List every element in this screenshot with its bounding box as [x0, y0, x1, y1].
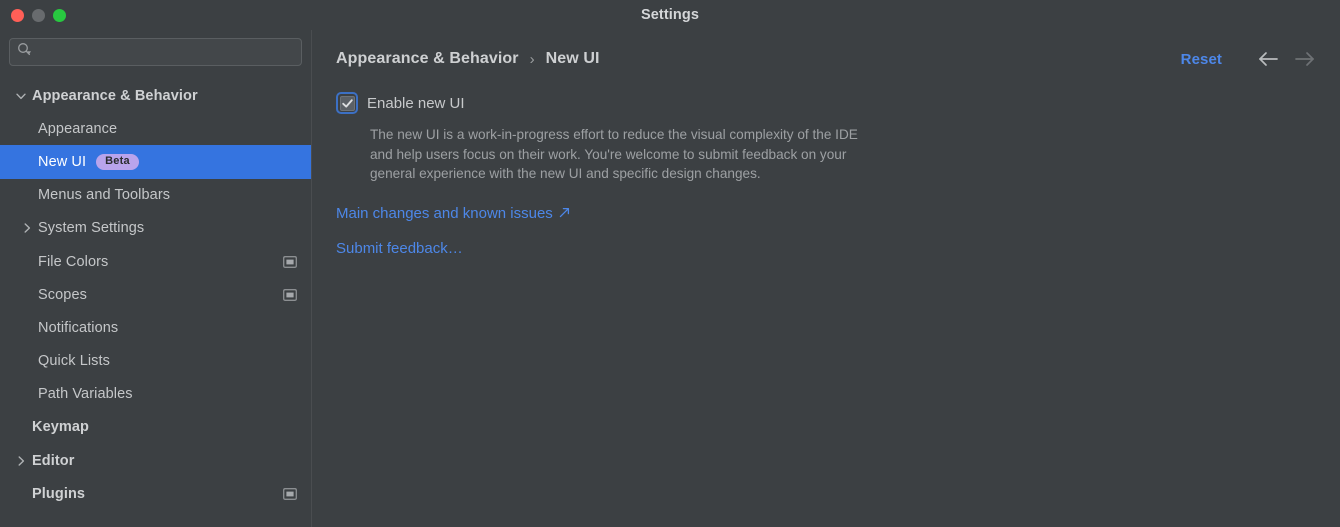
new-ui-description: The new UI is a work-in-progress effort … [370, 125, 876, 184]
close-window-button[interactable] [11, 9, 24, 22]
sidebar-item-system-settings[interactable]: System Settings [0, 212, 311, 245]
sidebar-item-keymap[interactable]: Keymap [0, 411, 311, 444]
window-body: Appearance & Behavior Appearance New UI Bet… [0, 30, 1340, 527]
chevron-down-icon[interactable] [10, 90, 32, 102]
sidebar-item-label: Plugins [32, 486, 85, 502]
project-settings-icon [283, 488, 297, 500]
sidebar-item-label: New UI [38, 154, 86, 170]
search-field[interactable] [9, 38, 302, 66]
sidebar-item-label: Path Variables [38, 386, 133, 402]
main-changes-and-known-issues-link[interactable]: Main changes and known issues [336, 205, 570, 222]
sidebar-item-editor[interactable]: Editor [0, 444, 311, 477]
settings-main-panel: Appearance & Behavior › New UI Reset [312, 30, 1340, 527]
sidebar-item-label: Menus and Toolbars [38, 187, 170, 203]
sidebar-item-plugins[interactable]: Plugins [0, 477, 311, 510]
sidebar-item-menus-and-toolbars[interactable]: Menus and Toolbars [0, 179, 311, 212]
sidebar-search-area [0, 30, 311, 66]
submit-feedback-link-label: Submit feedback… [336, 240, 463, 257]
sidebar-item-appearance[interactable]: Appearance [0, 112, 311, 145]
sidebar-item-quick-lists[interactable]: Quick Lists [0, 345, 311, 378]
settings-tree: Appearance & Behavior Appearance New UI Bet… [0, 66, 311, 510]
title-bar: Settings [0, 0, 1340, 30]
sidebar-item-notifications[interactable]: Notifications [0, 311, 311, 344]
sidebar-item-scopes[interactable]: Scopes [0, 278, 311, 311]
external-link-icon [559, 205, 570, 222]
project-settings-icon [283, 256, 297, 268]
sidebar-item-label: Quick Lists [38, 353, 110, 369]
sidebar-item-label: Scopes [38, 287, 87, 303]
enable-new-ui-checkbox[interactable] [336, 92, 358, 114]
sidebar-item-label: File Colors [38, 254, 108, 270]
settings-window: Settings Appearance & BehaviorAppearan [0, 0, 1340, 527]
enable-new-ui-label: Enable new UI [367, 95, 465, 112]
sidebar-item-label: Keymap [32, 419, 89, 435]
search-input[interactable] [37, 39, 294, 65]
breadcrumb-current: New UI [546, 50, 600, 68]
sidebar-item-label: Notifications [38, 320, 118, 336]
sidebar-item-label: System Settings [38, 220, 144, 236]
breadcrumb-bar: Appearance & Behavior › New UI Reset [336, 30, 1318, 88]
beta-badge: Beta [96, 154, 139, 170]
sidebar-item-label: Appearance & Behavior [32, 88, 198, 104]
forward-arrow-icon [1292, 46, 1318, 72]
search-icon [17, 42, 32, 62]
window-controls [11, 0, 66, 30]
submit-feedback-link-row: Submit feedback… [336, 240, 1318, 258]
sidebar-item-appearance-behavior[interactable]: Appearance & Behavior [0, 79, 311, 112]
maximize-window-button[interactable] [53, 9, 66, 22]
sidebar-item-file-colors[interactable]: File Colors [0, 245, 311, 278]
sidebar-item-label: Appearance [38, 121, 117, 137]
settings-sidebar: Appearance & Behavior Appearance New UI Bet… [0, 30, 312, 527]
project-settings-icon [283, 289, 297, 301]
sidebar-item-new-ui[interactable]: New UI Beta [0, 145, 311, 178]
main-changes-link-label: Main changes and known issues [336, 205, 553, 222]
minimize-window-button[interactable] [32, 9, 45, 22]
checkbox-box [340, 96, 355, 111]
submit-feedback-link[interactable]: Submit feedback… [336, 240, 463, 257]
enable-new-ui-row[interactable]: Enable new UI [336, 92, 1318, 114]
breadcrumb-parent[interactable]: Appearance & Behavior [336, 50, 519, 68]
chevron-right-icon[interactable] [10, 455, 32, 467]
checkmark-icon [341, 97, 354, 110]
window-title: Settings [0, 7, 1340, 23]
reset-button[interactable]: Reset [1181, 51, 1222, 68]
sidebar-item-path-variables[interactable]: Path Variables [0, 378, 311, 411]
chevron-right-icon[interactable] [16, 222, 38, 234]
back-arrow-icon[interactable] [1255, 46, 1281, 72]
breadcrumb-separator: › [530, 51, 535, 68]
sidebar-item-label: Editor [32, 453, 75, 469]
main-changes-link-row: Main changes and known issues [336, 205, 1318, 223]
